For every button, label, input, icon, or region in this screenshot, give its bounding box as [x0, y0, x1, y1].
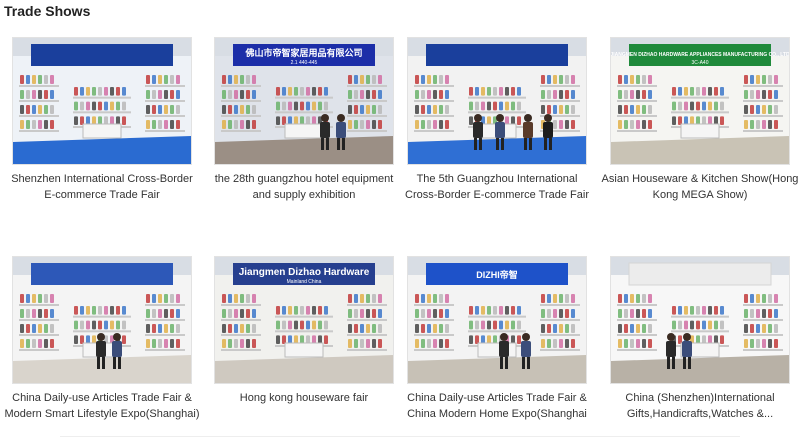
- booth-photo-hongkong-houseware: Jiangmen Dizhao HardwareMainland China: [215, 257, 393, 383]
- divider: [60, 436, 740, 437]
- booth-photo-shenzhen-gifts: [611, 257, 789, 383]
- trade-show-photo[interactable]: JIANGMEN DIZHAO HARDWARE APPLIANCES MANU…: [610, 37, 790, 165]
- trade-show-photo[interactable]: [610, 256, 790, 384]
- trade-show-caption[interactable]: China Daily-use Articles Trade Fair & Ch…: [393, 390, 601, 422]
- trade-show-photo[interactable]: [407, 37, 587, 165]
- booth-photo-guangzhou-crossborder: [408, 38, 586, 164]
- trade-show-photo[interactable]: [12, 37, 192, 165]
- trade-show-photo[interactable]: [12, 256, 192, 384]
- trade-show-caption[interactable]: Shenzhen International Cross-Border E-co…: [0, 171, 206, 203]
- svg-text:Jiangmen Dizhao Hardware: Jiangmen Dizhao Hardware: [239, 267, 370, 278]
- trade-show-caption[interactable]: Hong kong houseware fair: [200, 390, 408, 406]
- trade-show-photo[interactable]: 佛山市帝智家居用品有限公司 2.1 440-445: [214, 37, 394, 165]
- booth-photo-hongkong-mega: JIANGMEN DIZHAO HARDWARE APPLIANCES MANU…: [611, 38, 789, 164]
- svg-text:JIANGMEN DIZHAO HARDWARE APPLI: JIANGMEN DIZHAO HARDWARE APPLIANCES MANU…: [611, 52, 789, 58]
- svg-text:佛山市帝智家居用品有限公司: 佛山市帝智家居用品有限公司: [244, 47, 362, 58]
- trade-show-caption[interactable]: China (Shenzhen)International Gifts,Hand…: [596, 390, 800, 422]
- svg-text:2.1 440-445: 2.1 440-445: [291, 60, 318, 66]
- booth-photo-shenzhen: [13, 38, 191, 164]
- booth-photo-shanghai-modernhome: DIZHI帝智: [408, 257, 586, 383]
- svg-text:DIZHI帝智: DIZHI帝智: [476, 269, 518, 280]
- section-title: Trade Shows: [4, 3, 91, 19]
- trade-show-caption[interactable]: The 5th Guangzhou International Cross-Bo…: [393, 171, 601, 203]
- booth-photo-shanghai-dailyuse: [13, 257, 191, 383]
- trade-show-caption[interactable]: the 28th guangzhou hotel equipment and s…: [200, 171, 408, 203]
- svg-text:3C-A40: 3C-A40: [692, 60, 709, 66]
- trade-show-photo[interactable]: DIZHI帝智: [407, 256, 587, 384]
- trade-show-caption[interactable]: Asian Houseware & Kitchen Show(Hong Kong…: [596, 171, 800, 203]
- booth-photo-guangzhou-hotel: 佛山市帝智家居用品有限公司 2.1 440-445: [215, 38, 393, 164]
- trade-show-caption[interactable]: China Daily-use Articles Trade Fair & Mo…: [0, 390, 206, 422]
- trade-show-photo[interactable]: Jiangmen Dizhao Hardware Mainland China: [214, 256, 394, 384]
- svg-text:Mainland China: Mainland China: [287, 279, 322, 285]
